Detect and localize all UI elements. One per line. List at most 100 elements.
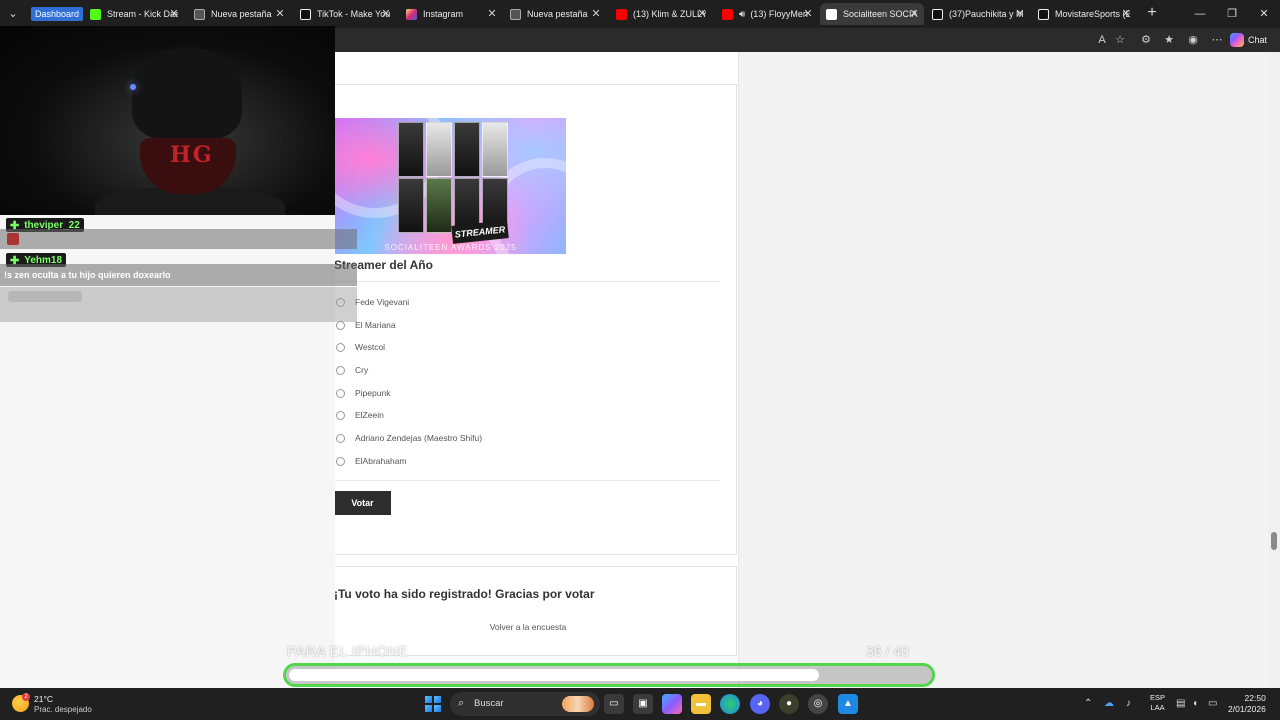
tab-youtube-floyymen[interactable]: 🔊︎ (13) FloyyMen ✕ <box>716 3 818 25</box>
start-button[interactable] <box>425 696 441 712</box>
minimize-button[interactable]: — <box>1190 3 1210 25</box>
socialiteen-icon <box>826 8 837 20</box>
tab-tiktok[interactable]: TikTok - Make Your ✕ <box>294 3 396 25</box>
mask-lettering: HG <box>170 142 214 168</box>
close-tab-icon[interactable]: ✕ <box>590 3 602 25</box>
app-icon[interactable]: ● <box>779 694 799 714</box>
nominee-photo <box>398 178 424 233</box>
tab-new-tab-2[interactable]: Nueva pestaña ✕ <box>504 3 606 25</box>
nominee-photo <box>426 178 452 233</box>
close-tab-icon[interactable]: ✕ <box>168 3 180 25</box>
tab-socialiteen-active[interactable]: Socialiteen SOCIAL ✕ <box>820 3 924 25</box>
tab-kick-dashboard[interactable]: Stream - Kick Dash ✕ <box>84 3 184 25</box>
back-to-poll-link[interactable]: Volver a la encuesta <box>318 622 738 632</box>
close-tab-icon[interactable]: ✕ <box>380 3 392 25</box>
new-tab-button[interactable]: + <box>1142 3 1162 25</box>
option-label: Fede Vigevani <box>355 297 410 307</box>
option-label: ElZeein <box>355 410 384 420</box>
poll-page: STREAMER SOCIALITEEN AWARDS 2025 Streame… <box>302 52 740 688</box>
favorite-star-icon[interactable]: ☆ <box>1110 30 1130 50</box>
tab-tiktok-pauchikita[interactable]: (37)Pauchikita y M ✕ <box>926 3 1030 25</box>
tiktok-icon <box>932 8 943 20</box>
obs-icon[interactable]: ◎ <box>808 694 828 714</box>
system-clock[interactable]: 22:50 2/01/2026 <box>1228 693 1266 715</box>
radio-button[interactable] <box>336 365 345 375</box>
scrollbar-thumb[interactable] <box>1271 532 1277 550</box>
onedrive-cloud-icon[interactable]: ☁ <box>1104 696 1114 712</box>
poll-option[interactable]: Cry <box>336 362 368 378</box>
copilot-app-icon[interactable] <box>662 694 682 714</box>
poll-option[interactable]: Adriano Zendejas (Maestro Shifu) <box>336 430 482 446</box>
edge-browser-icon[interactable] <box>720 694 740 714</box>
weather-temperature[interactable]: 21°C <box>34 694 53 704</box>
close-tab-icon[interactable]: ✕ <box>486 3 498 25</box>
battery-icon[interactable]: ▭ <box>1208 696 1217 712</box>
volume-icon[interactable]: ◖ <box>1192 696 1198 712</box>
radio-button[interactable] <box>336 410 345 420</box>
poll-option[interactable]: ElAbrahaham <box>336 453 407 469</box>
tab-title: Socialiteen SOCIAL <box>843 9 918 19</box>
streamer-hood <box>132 48 242 140</box>
poll-option[interactable]: ElZeein <box>336 407 384 423</box>
store-icon[interactable]: ▣ <box>633 694 653 714</box>
tab-tiktok-movistaresports[interactable]: MovistareSports (E ✕ <box>1032 3 1136 25</box>
speaker-icon[interactable]: 🔊︎ <box>739 9 745 20</box>
tab-instagram[interactable]: Instagram ✕ <box>400 3 502 25</box>
close-tab-icon[interactable]: ✕ <box>802 3 814 25</box>
notification-badge: 2 <box>22 693 30 701</box>
chat-emote-icon <box>7 233 19 245</box>
microphone-icon[interactable]: ♪ <box>1126 696 1131 712</box>
discord-icon[interactable]: ◕ <box>750 694 770 714</box>
nominee-photo <box>398 122 424 177</box>
close-tab-icon[interactable]: ✕ <box>908 3 920 25</box>
tab-actions-chevron-icon[interactable]: ⌄ <box>2 4 24 24</box>
close-tab-icon[interactable]: ✕ <box>1014 3 1026 25</box>
language-indicator[interactable]: ESP LAA <box>1150 693 1165 713</box>
kick-icon <box>90 8 101 20</box>
radio-button[interactable] <box>336 456 345 466</box>
option-label: El Mariana <box>355 320 396 330</box>
poll-option[interactable]: Westcol <box>336 339 385 355</box>
taskbar-search[interactable]: ⌕ Buscar <box>450 692 600 716</box>
goal-label: PARA EL IPHONE <box>287 643 409 659</box>
option-label: Pipepunk <box>355 388 391 398</box>
copilot-chat-button[interactable]: Chat <box>1230 30 1267 50</box>
close-tab-icon[interactable]: ✕ <box>696 3 708 25</box>
task-view-icon[interactable]: ▭ <box>604 694 624 714</box>
close-tab-icon[interactable]: ✕ <box>274 3 286 25</box>
favorites-icon[interactable]: ★ <box>1159 30 1179 50</box>
tab-title: (37)Pauchikita y M <box>949 9 1024 19</box>
vote-confirmation-message: ¡Tu voto ha sido registrado! Gracias por… <box>334 587 595 601</box>
radio-button[interactable] <box>336 342 345 352</box>
search-icon: ⌕ <box>458 697 465 709</box>
photos-icon[interactable]: ▲ <box>838 694 858 714</box>
tiktok-icon <box>300 8 311 20</box>
vote-button[interactable]: Votar <box>334 491 391 515</box>
nominee-photo <box>454 122 480 177</box>
tab-dashboard[interactable]: Dashboard <box>31 7 84 21</box>
file-explorer-icon[interactable]: ▬ <box>691 694 711 714</box>
restore-button[interactable]: ❐ <box>1222 3 1242 25</box>
close-window-button[interactable]: ✕ <box>1254 3 1274 25</box>
weather-description[interactable]: Prac. despejado <box>34 705 92 714</box>
nominee-photo <box>426 122 452 177</box>
network-icon[interactable]: ▤ <box>1176 696 1185 712</box>
instagram-icon <box>406 8 417 20</box>
radio-button[interactable] <box>336 433 345 443</box>
page-icon <box>194 8 205 20</box>
tab-youtube-klim[interactable]: (13) Klim & ZULLY ✕ <box>610 3 712 25</box>
show-hidden-icons-chevron-icon[interactable]: ⌃ <box>1084 696 1092 712</box>
more-options-icon[interactable]: ⋯ <box>1207 30 1227 50</box>
poll-option[interactable]: Pipepunk <box>336 385 390 401</box>
goal-progress-fill <box>289 669 819 681</box>
option-label: Cry <box>355 365 369 375</box>
close-tab-icon[interactable]: ✕ <box>1120 3 1132 25</box>
extensions-icon[interactable]: ⚙ <box>1136 30 1156 50</box>
tab-new-tab[interactable]: Nueva pestaña ✕ <box>188 3 290 25</box>
profile-avatar-icon[interactable]: ◉ <box>1183 30 1203 50</box>
read-aloud-icon[interactable]: A <box>1092 30 1112 50</box>
radio-button[interactable] <box>336 388 345 398</box>
language-code: ESP <box>1150 693 1166 702</box>
page-scrollbar[interactable] <box>1268 52 1280 688</box>
tiktok-icon <box>1038 8 1049 20</box>
